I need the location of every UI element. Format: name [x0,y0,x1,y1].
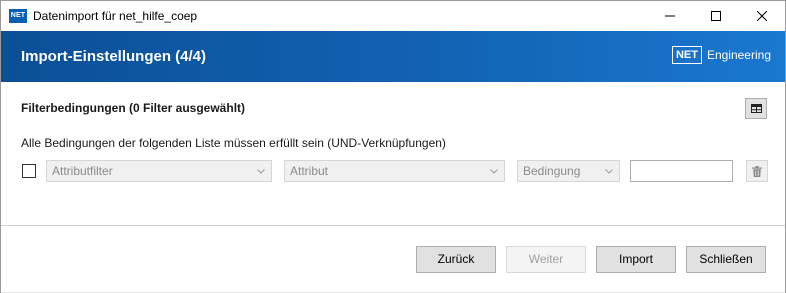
brand-logo: NET Engineering [671,46,771,64]
attribute-filter-select[interactable]: Attributfilter [46,160,272,182]
footer-divider [1,225,785,226]
next-button[interactable]: Weiter [506,246,586,273]
table-view-button[interactable] [745,98,767,119]
chevron-down-icon [605,161,613,181]
chevron-down-icon [257,161,265,181]
back-button[interactable]: Zurück [416,246,496,273]
brand-logo-box: NET [671,46,702,64]
delete-filter-button[interactable] [746,160,768,182]
maximize-icon [711,11,721,21]
condition-select[interactable]: Bedingung [517,160,620,182]
minimize-icon [665,15,675,17]
import-dialog: NET Datenimport für net_hilfe_coep Impor… [0,0,786,293]
minimize-button[interactable] [647,1,693,31]
brand-logo-text: Engineering [706,48,771,62]
close-window-button[interactable] [739,1,785,31]
attribute-value: Attribut [290,164,329,178]
chevron-down-icon [490,161,498,181]
trash-icon [752,165,762,177]
title-bar: NET Datenimport für net_hilfe_coep [1,1,785,31]
import-button[interactable]: Import [596,246,676,273]
table-icon [750,104,762,113]
filter-value-input[interactable] [630,160,733,182]
attribute-filter-value: Attributfilter [52,164,113,178]
page-title: Import-Einstellungen (4/4) [21,48,207,65]
filter-section-title: Filterbedingungen (0 Filter ausgewählt) [21,101,246,115]
filter-row-checkbox[interactable] [22,164,36,178]
window-title: Datenimport für net_hilfe_coep [33,9,198,23]
attribute-select[interactable]: Attribut [284,160,505,182]
maximize-button[interactable] [693,1,739,31]
filter-description: Alle Bedingungen der folgenden Liste müs… [21,136,446,150]
close-icon [757,11,767,21]
app-icon: NET [9,9,27,23]
header-banner: Import-Einstellungen (4/4) NET Engineeri… [1,31,785,82]
condition-value: Bedingung [523,164,581,178]
close-button[interactable]: Schließen [686,246,766,273]
